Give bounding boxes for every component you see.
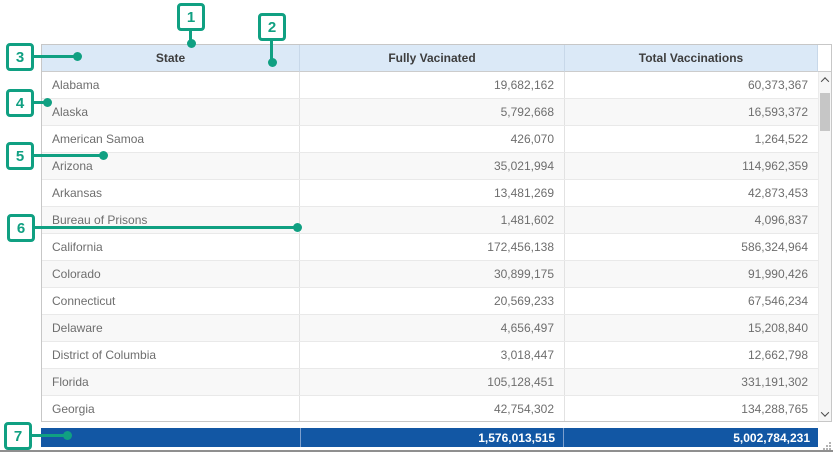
chevron-down-icon — [821, 408, 829, 416]
table-header-row: State Fully Vacinated Total Vaccinations — [42, 45, 831, 72]
total-vaccinations-cell[interactable]: 586,324,964 — [565, 234, 818, 260]
table-row[interactable]: California172,456,138586,324,964 — [42, 234, 831, 261]
fully-vacinated-cell[interactable]: 13,481,269 — [300, 180, 565, 206]
column-header-fully-vacinated[interactable]: Fully Vacinated — [300, 45, 565, 72]
total-vaccinations-cell[interactable]: 60,373,367 — [565, 72, 818, 98]
fully-vacinated-cell[interactable]: 1,481,602 — [300, 207, 565, 233]
total-vaccinations-cell[interactable]: 1,264,522 — [565, 126, 818, 152]
callout-7-line — [30, 434, 67, 437]
summary-state-cell — [41, 428, 300, 447]
scrollbar-thumb[interactable] — [820, 93, 830, 131]
summary-total-vaccinations-cell: 5,002,784,231 — [563, 428, 818, 447]
fully-vacinated-cell[interactable]: 3,018,447 — [300, 342, 565, 368]
state-cell[interactable]: Connecticut — [42, 288, 300, 314]
total-vaccinations-cell[interactable]: 331,191,302 — [565, 369, 818, 395]
bottom-divider — [0, 450, 833, 452]
callout-5-dot — [99, 151, 108, 160]
table-row[interactable]: District of Columbia3,018,44712,662,798 — [42, 342, 831, 369]
table-row[interactable]: Arizona35,021,994114,962,359 — [42, 153, 831, 180]
fully-vacinated-cell[interactable]: 35,021,994 — [300, 153, 565, 179]
fully-vacinated-cell[interactable]: 42,754,302 — [300, 396, 565, 422]
callout-2-dot — [268, 58, 277, 67]
table-row[interactable]: American Samoa426,0701,264,522 — [42, 126, 831, 153]
callout-6-marker: 6 — [7, 214, 35, 242]
table-row[interactable]: Georgia42,754,302134,288,765 — [42, 396, 831, 422]
state-cell[interactable]: Georgia — [42, 396, 300, 422]
callout-4-marker: 4 — [6, 89, 34, 117]
table-row[interactable]: Alabama19,682,16260,373,367 — [42, 72, 831, 99]
table-row[interactable]: Arkansas13,481,26942,873,453 — [42, 180, 831, 207]
state-cell[interactable]: Bureau of Prisons — [42, 207, 300, 233]
table-row[interactable]: Bureau of Prisons1,481,6024,096,837 — [42, 207, 831, 234]
callout-5-marker: 5 — [6, 142, 34, 170]
state-cell[interactable]: Delaware — [42, 315, 300, 341]
state-cell[interactable]: Alabama — [42, 72, 300, 98]
total-vaccinations-cell[interactable]: 4,096,837 — [565, 207, 818, 233]
fully-vacinated-cell[interactable]: 30,899,175 — [300, 261, 565, 287]
callout-3-dot — [73, 52, 82, 61]
list-table: State Fully Vacinated Total Vaccinations… — [41, 44, 832, 422]
callout-6-line — [33, 226, 297, 229]
callout-7-marker: 7 — [4, 422, 32, 450]
fully-vacinated-cell[interactable]: 20,569,233 — [300, 288, 565, 314]
callout-3-line — [32, 55, 77, 58]
table-row[interactable]: Florida105,128,451331,191,302 — [42, 369, 831, 396]
callout-2-marker: 2 — [258, 13, 286, 41]
fully-vacinated-cell[interactable]: 172,456,138 — [300, 234, 565, 260]
callout-1-dot — [187, 39, 196, 48]
callout-6-dot — [293, 223, 302, 232]
fully-vacinated-cell[interactable]: 426,070 — [300, 126, 565, 152]
fully-vacinated-cell[interactable]: 19,682,162 — [300, 72, 565, 98]
state-cell[interactable]: Arkansas — [42, 180, 300, 206]
scroll-up-button[interactable] — [819, 72, 831, 87]
fully-vacinated-cell[interactable]: 4,656,497 — [300, 315, 565, 341]
chevron-up-icon — [821, 77, 829, 85]
vertical-scrollbar[interactable] — [818, 72, 831, 421]
state-cell[interactable]: Colorado — [42, 261, 300, 287]
scroll-down-button[interactable] — [819, 406, 831, 421]
callout-5-line — [32, 154, 103, 157]
annotated-list-table-screenshot: State Fully Vacinated Total Vaccinations… — [0, 0, 833, 453]
state-cell[interactable]: District of Columbia — [42, 342, 300, 368]
total-vaccinations-cell[interactable]: 12,662,798 — [565, 342, 818, 368]
fully-vacinated-cell[interactable]: 105,128,451 — [300, 369, 565, 395]
table-row[interactable]: Connecticut20,569,23367,546,234 — [42, 288, 831, 315]
table-row[interactable]: Colorado30,899,17591,990,426 — [42, 261, 831, 288]
table-row[interactable]: Delaware4,656,49715,208,840 — [42, 315, 831, 342]
header-scrollbar-spacer — [818, 45, 831, 72]
total-vaccinations-cell[interactable]: 114,962,359 — [565, 153, 818, 179]
total-vaccinations-cell[interactable]: 67,546,234 — [565, 288, 818, 314]
callout-1-marker: 1 — [177, 3, 205, 31]
state-cell[interactable]: American Samoa — [42, 126, 300, 152]
table-row[interactable]: Alaska5,792,66816,593,372 — [42, 99, 831, 126]
state-cell[interactable]: California — [42, 234, 300, 260]
state-cell[interactable]: Alaska — [42, 99, 300, 125]
total-vaccinations-cell[interactable]: 91,990,426 — [565, 261, 818, 287]
total-vaccinations-cell[interactable]: 16,593,372 — [565, 99, 818, 125]
column-header-total-vaccinations[interactable]: Total Vaccinations — [565, 45, 818, 72]
callout-4-dot — [43, 98, 52, 107]
callout-3-marker: 3 — [6, 43, 34, 71]
summary-fully-vacinated-cell: 1,576,013,515 — [300, 428, 563, 447]
total-vaccinations-cell[interactable]: 15,208,840 — [565, 315, 818, 341]
total-vaccinations-cell[interactable]: 134,288,765 — [565, 396, 818, 422]
total-vaccinations-cell[interactable]: 42,873,453 — [565, 180, 818, 206]
fully-vacinated-cell[interactable]: 5,792,668 — [300, 99, 565, 125]
callout-7-dot — [63, 431, 72, 440]
table-body: Alabama19,682,16260,373,367Alaska5,792,6… — [42, 72, 831, 422]
resize-grip-icon[interactable] — [823, 442, 825, 444]
summary-row: 1,576,013,515 5,002,784,231 — [41, 428, 818, 447]
state-cell[interactable]: Florida — [42, 369, 300, 395]
